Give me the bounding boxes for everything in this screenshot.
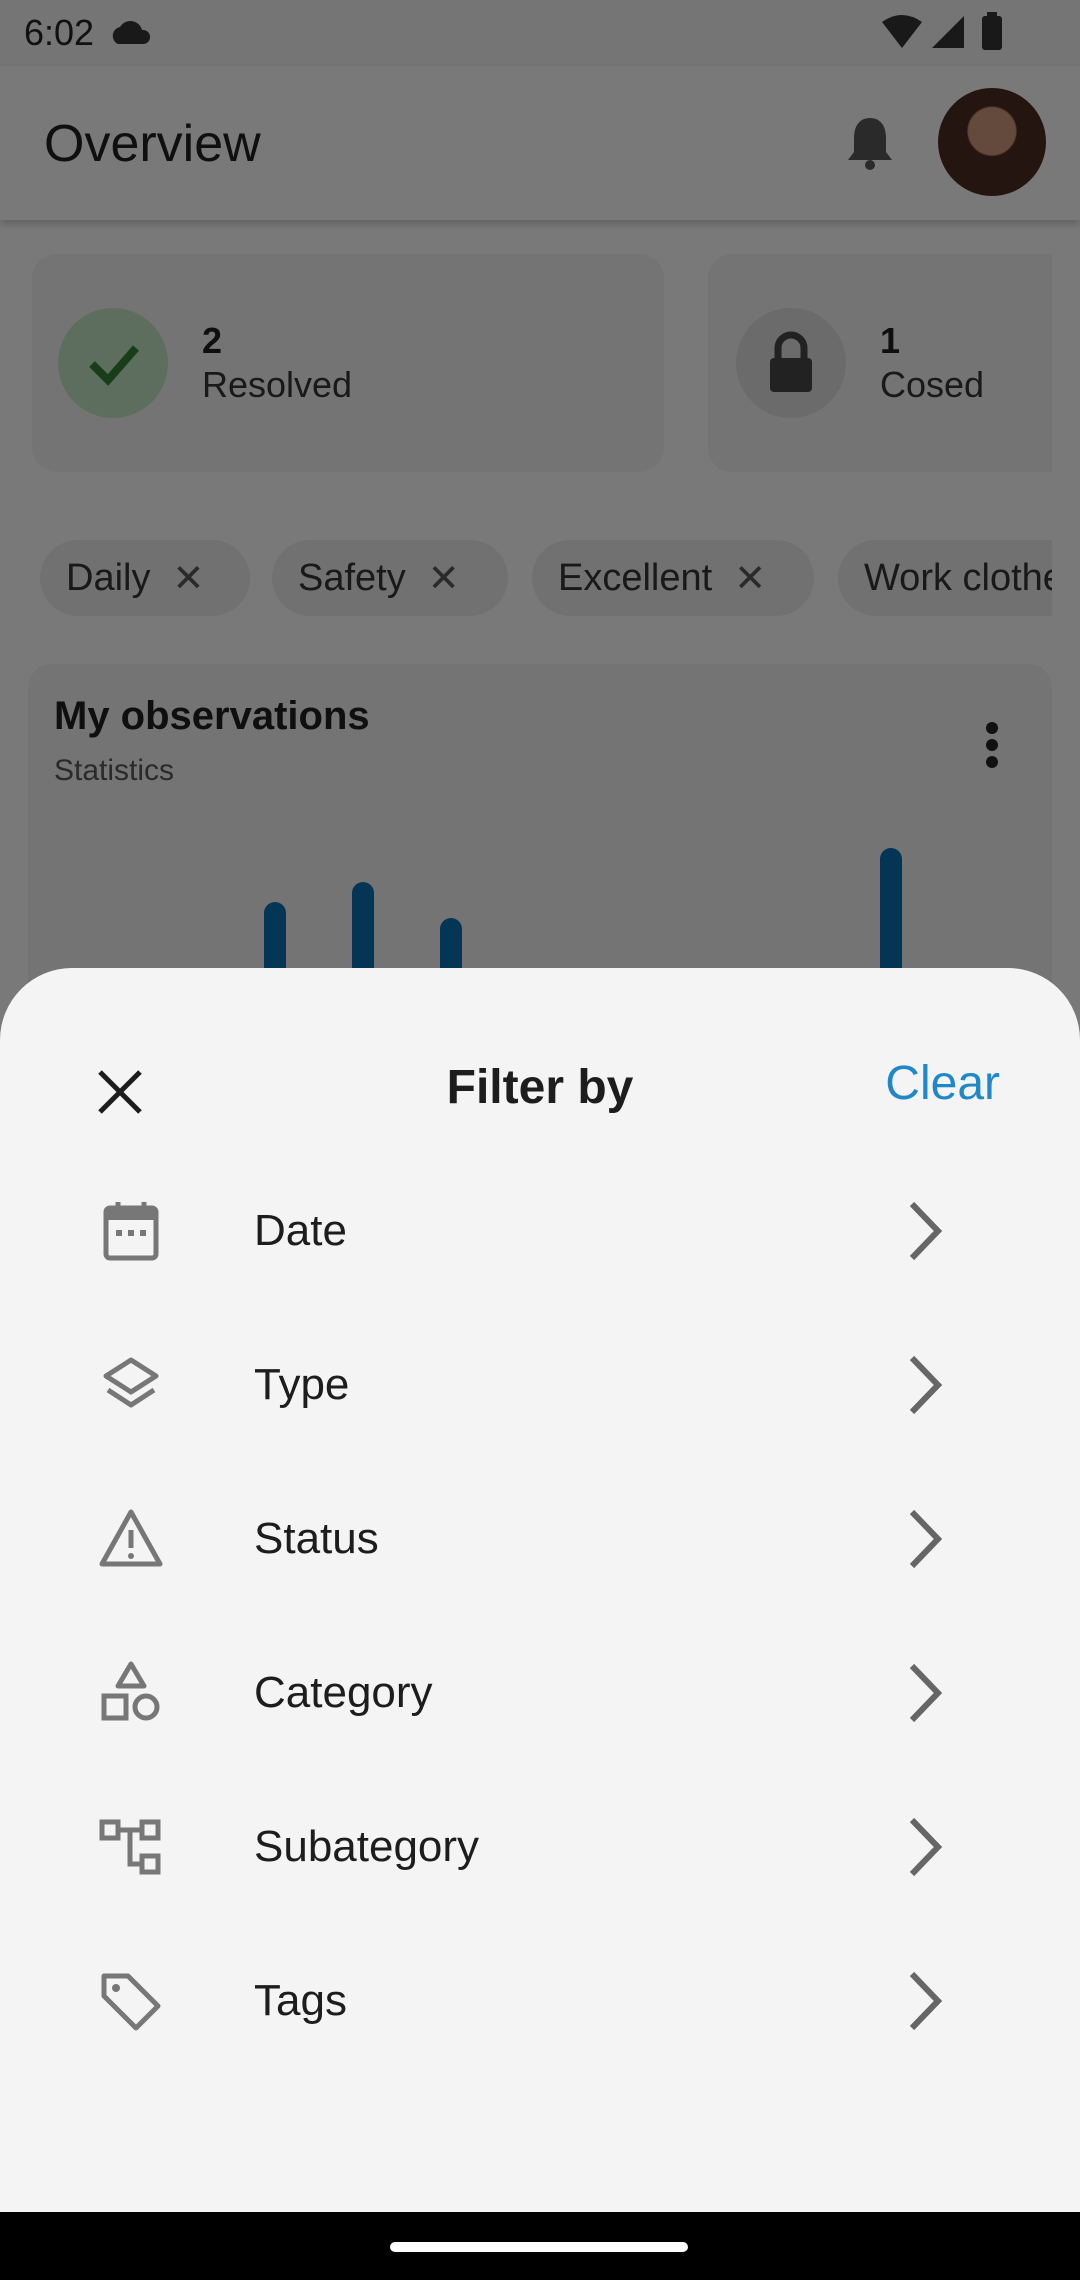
filter-item-type[interactable]: Type (0, 1308, 1080, 1462)
filter-item-subcategory[interactable]: Subategory (0, 1770, 1080, 1924)
chevron-right-icon (909, 1817, 943, 1877)
filter-item-label: Tags (254, 1976, 347, 2025)
filter-item-label: Subategory (254, 1822, 480, 1871)
home-indicator[interactable] (390, 2242, 688, 2252)
chevron-right-icon (909, 1355, 943, 1415)
clear-button[interactable]: Clear (885, 1056, 1000, 1111)
filter-item-label: Type (254, 1360, 350, 1409)
filter-item-label: Status (254, 1514, 379, 1563)
chevron-right-icon (909, 1201, 943, 1261)
filter-item-tags[interactable]: Tags (0, 1924, 1080, 2078)
chevron-right-icon (909, 1971, 943, 2031)
calendar-icon (103, 1202, 159, 1261)
chevron-right-icon (909, 1663, 943, 1723)
layers-icon (103, 1357, 159, 1408)
shapes-icon (101, 1661, 160, 1721)
chevron-right-icon (909, 1509, 943, 1569)
filter-item-category[interactable]: Category (0, 1616, 1080, 1770)
system-nav-bar (0, 2212, 1080, 2280)
hierarchy-icon (99, 1819, 161, 1875)
filter-item-status[interactable]: Status (0, 1462, 1080, 1616)
filter-item-label: Category (254, 1668, 433, 1717)
warning-icon (99, 1509, 163, 1567)
filter-item-date[interactable]: Date (0, 1154, 1080, 1308)
filter-bottom-sheet: Filter by Clear Date Type Status Categor… (0, 968, 1080, 2212)
filter-item-label: Date (254, 1206, 347, 1255)
tag-icon (101, 1973, 161, 2031)
